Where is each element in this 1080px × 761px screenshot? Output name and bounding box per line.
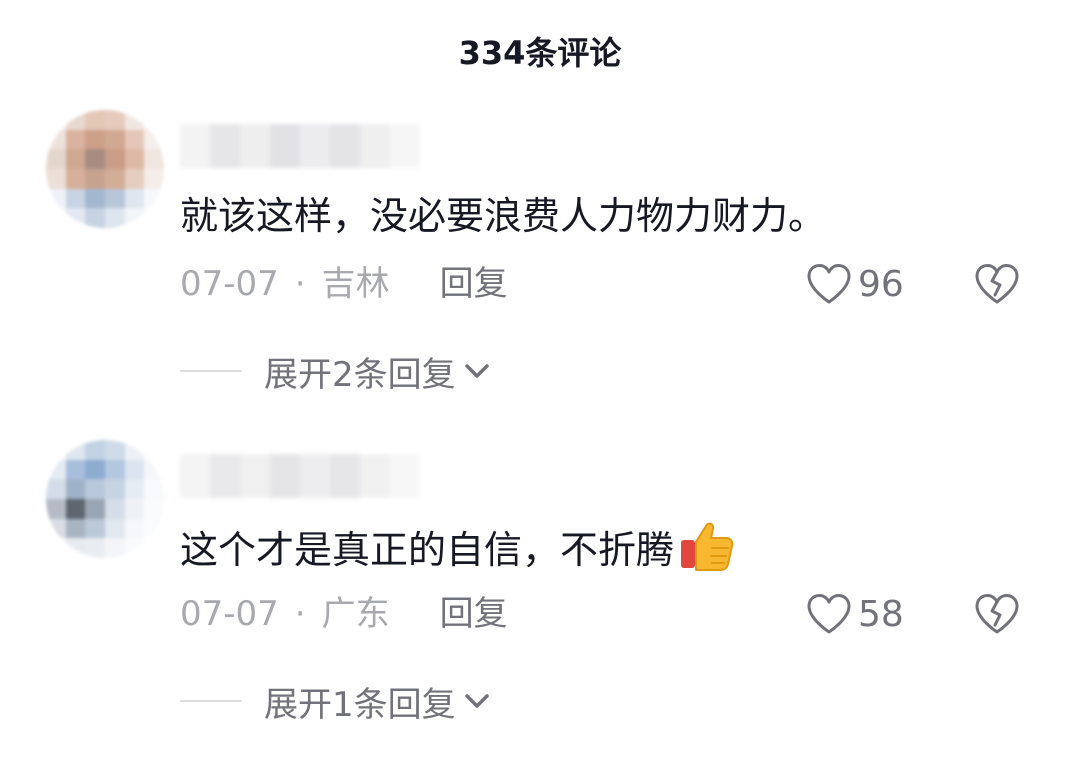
comment-location: 广东 (321, 594, 390, 634)
comment-location: 吉林 (321, 264, 390, 304)
avatar[interactable] (46, 440, 164, 558)
comment-meta: 07-07 · 广东 回复 (180, 590, 508, 638)
expand-replies-button[interactable]: 展开2条回复 (180, 346, 490, 396)
reply-button[interactable]: 回复 (440, 590, 508, 638)
meta-separator: · (294, 594, 306, 634)
comment-text-content: 这个才是真正的自信，不折腾 (180, 528, 675, 572)
heart-icon (807, 264, 851, 304)
dislike-button[interactable] (974, 590, 1020, 638)
username-blurred[interactable] (180, 454, 420, 498)
comment-date: 07-07 (180, 264, 279, 304)
broken-heart-icon (975, 264, 1019, 304)
divider-line (180, 700, 242, 702)
comments-count-title: 334条评论 (458, 34, 622, 72)
reply-button[interactable]: 回复 (440, 260, 508, 308)
comment-text-content: 就该这样，没必要浪费人力物力财力。 (180, 194, 827, 238)
comments-panel: 334条评论 就该这样，没必要浪费人力物力财力。 07-07 · 吉林 回复 9 (0, 0, 1080, 761)
like-button[interactable]: 96 (806, 260, 904, 308)
heart-icon (807, 594, 851, 634)
username-blurred[interactable] (180, 124, 420, 168)
expand-replies-label: 展开2条回复 (264, 354, 456, 395)
thumbs-up-icon (678, 518, 736, 587)
comment-text: 就该这样，没必要浪费人力物力财力。 (180, 188, 826, 244)
dislike-button[interactable] (974, 260, 1020, 308)
comment-meta: 07-07 · 吉林 回复 (180, 260, 508, 308)
divider-line (180, 370, 242, 372)
expand-replies-button[interactable]: 展开1条回复 (180, 676, 490, 726)
avatar[interactable] (46, 110, 164, 228)
broken-heart-icon (975, 594, 1019, 634)
like-count: 58 (858, 593, 904, 635)
like-count: 96 (858, 263, 904, 305)
meta-separator: · (294, 264, 306, 304)
expand-replies-label: 展开1条回复 (264, 684, 456, 725)
chevron-down-icon (464, 694, 489, 708)
chevron-down-icon (464, 364, 489, 378)
comment-text: 这个才是真正的自信，不折腾 (180, 518, 736, 587)
comment-date: 07-07 (180, 594, 279, 634)
like-button[interactable]: 58 (806, 590, 904, 638)
